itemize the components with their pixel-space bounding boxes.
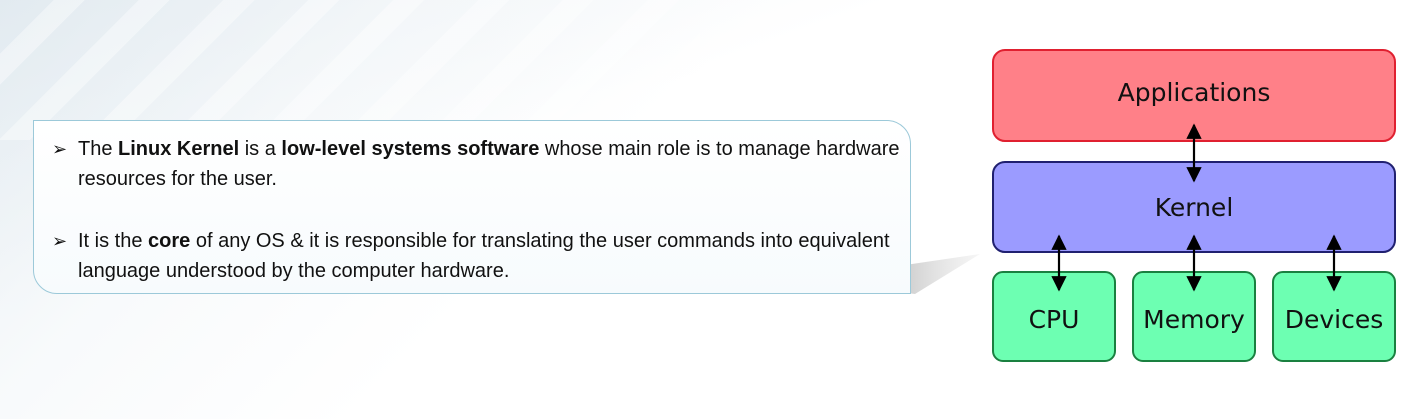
memory-label: Memory bbox=[1143, 305, 1245, 334]
kernel-label: Kernel bbox=[1155, 193, 1234, 222]
cpu-label: CPU bbox=[1029, 305, 1080, 334]
devices-label: Devices bbox=[1285, 305, 1384, 334]
applications-label: Applications bbox=[1118, 78, 1271, 107]
kernel-layer-diagram: Applications Kernel CPU Memory Devices bbox=[992, 49, 1396, 362]
